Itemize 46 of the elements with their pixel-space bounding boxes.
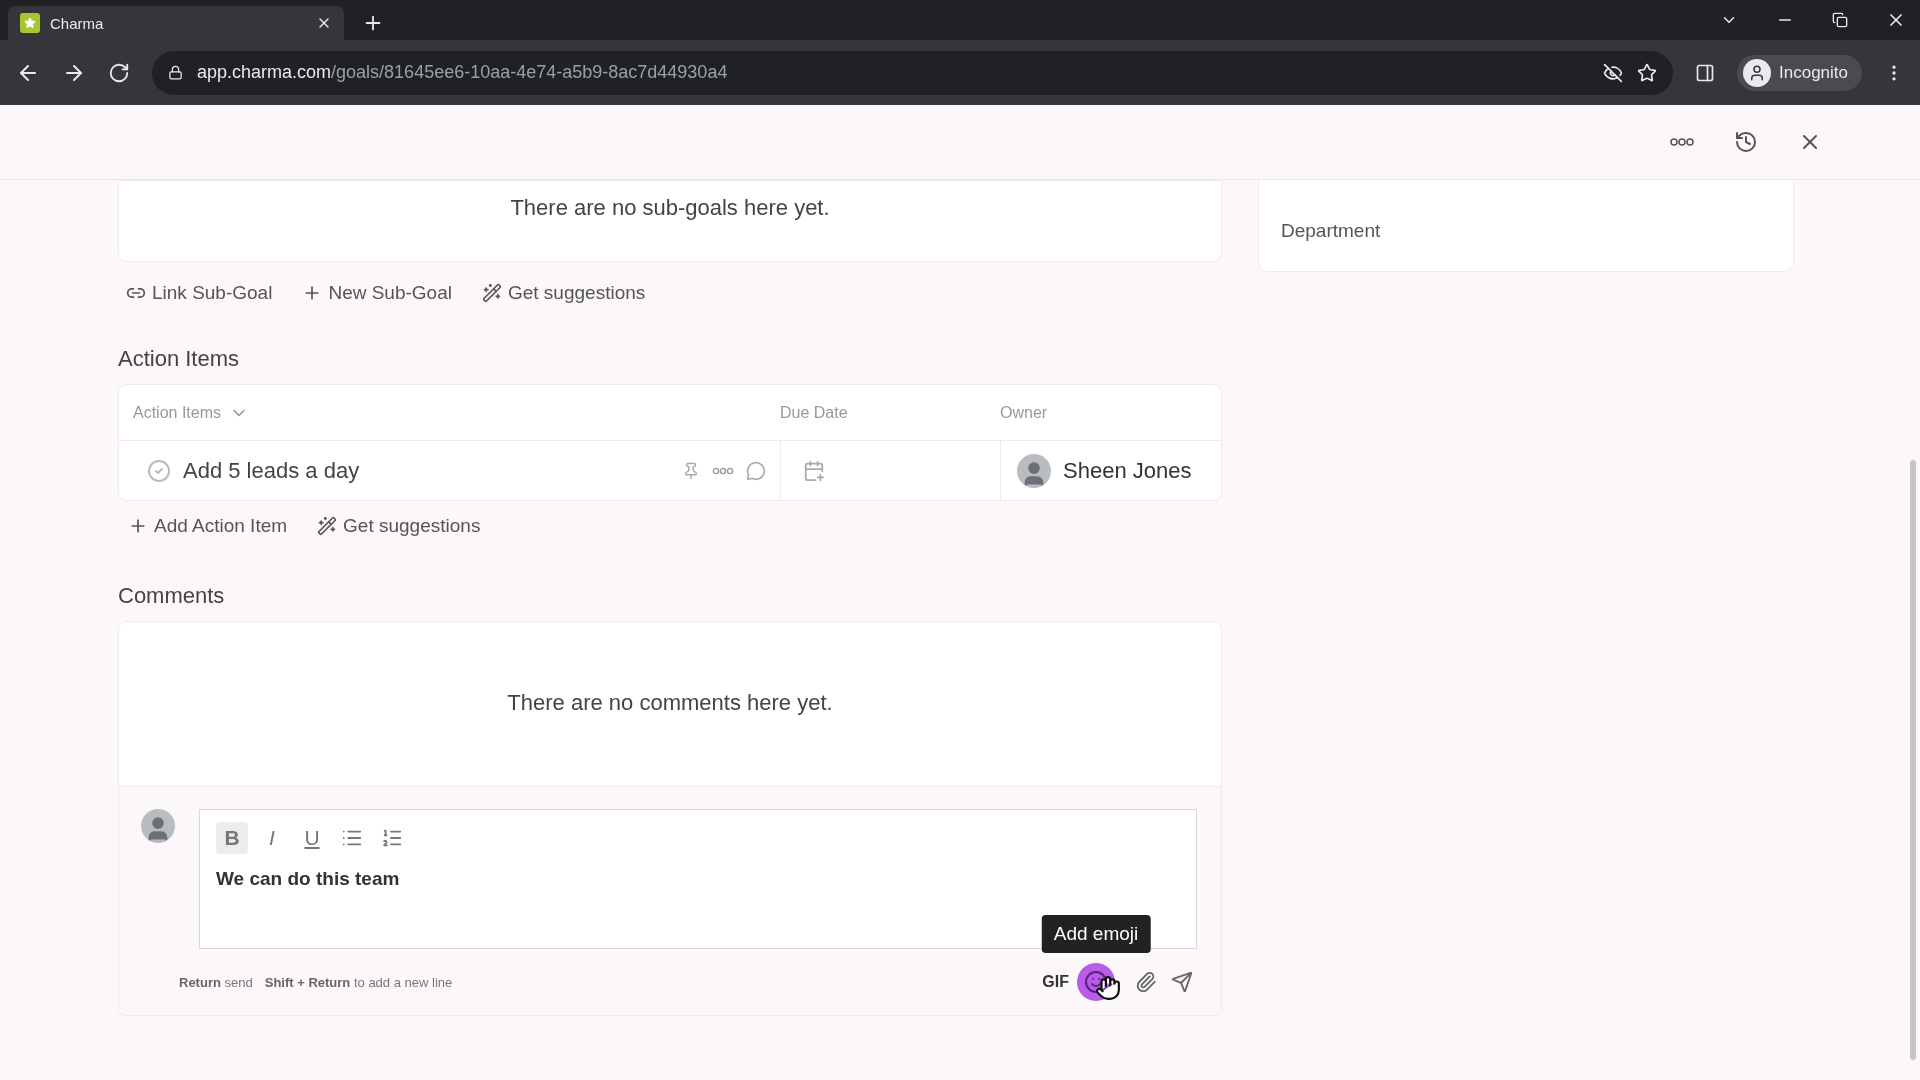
profile-button[interactable]: Incognito bbox=[1737, 54, 1862, 91]
action-link[interactable]: Add Action Item bbox=[128, 515, 288, 537]
action-link[interactable]: Get suggestions bbox=[317, 515, 481, 537]
section-heading: Comments bbox=[118, 582, 226, 610]
complete-checkbox[interactable] bbox=[147, 458, 171, 483]
reload-icon[interactable] bbox=[108, 61, 130, 84]
keyboard-hint: Return send bbox=[179, 974, 253, 990]
empty-sub-goals-text: There are no sub-goals here yet. bbox=[509, 194, 831, 222]
action-item-title[interactable]: Add 5 leads a day bbox=[183, 457, 670, 484]
keyboard-hint: Shift + Return to add a new line bbox=[264, 974, 453, 990]
avatar bbox=[141, 809, 175, 843]
bold-button[interactable]: B bbox=[216, 822, 248, 854]
magic-wand-icon bbox=[481, 283, 502, 303]
url-path: /goals/81645ee6-10aa-4e74-a5b9-8ac7d44930a4 bbox=[331, 62, 728, 82]
incognito-icon bbox=[1743, 58, 1771, 87]
section-heading: Action Items bbox=[118, 345, 241, 373]
side-panel-icon[interactable] bbox=[1695, 62, 1715, 83]
column-header: Owner bbox=[1000, 403, 1049, 422]
underline-button[interactable]: U bbox=[296, 822, 328, 854]
action-link[interactable]: Link Sub-Goal bbox=[126, 282, 273, 304]
empty-comments-text: There are no comments here yet. bbox=[506, 689, 834, 717]
favicon-icon bbox=[20, 13, 40, 33]
action-link[interactable]: Get suggestions bbox=[481, 282, 646, 304]
tab-title: Charma bbox=[50, 14, 105, 32]
browser-tab[interactable]: Charma bbox=[8, 6, 344, 40]
magic-wand-icon bbox=[317, 516, 338, 536]
italic-button[interactable]: I bbox=[256, 822, 288, 854]
restore-icon[interactable] bbox=[1832, 12, 1848, 28]
avatar bbox=[1017, 453, 1051, 488]
history-icon[interactable] bbox=[1734, 130, 1758, 154]
bookmark-star-icon[interactable] bbox=[1637, 62, 1657, 83]
eye-off-icon[interactable] bbox=[1603, 62, 1623, 83]
tooltip: Add emoji bbox=[1041, 915, 1151, 953]
action-link[interactable]: New Sub-Goal bbox=[302, 282, 452, 304]
numbered-list-icon bbox=[381, 827, 403, 849]
column-header: Due Date bbox=[780, 403, 849, 422]
url-domain: app.charma.com bbox=[197, 62, 332, 82]
gif-button[interactable]: GIF bbox=[1042, 973, 1069, 991]
smiley-icon bbox=[1084, 970, 1108, 994]
more-icon[interactable] bbox=[1670, 138, 1694, 146]
address-bar[interactable]: app.charma.com/goals/81645ee6-10aa-4e74-a5b9-8ac7d44930a4 bbox=[152, 50, 1673, 95]
owner-name[interactable]: Sheen Jones bbox=[1063, 457, 1192, 484]
lock-icon bbox=[168, 65, 183, 80]
scrollbar[interactable] bbox=[1910, 460, 1916, 1060]
field-label: Department bbox=[1281, 220, 1382, 242]
comment-text: We can do this team bbox=[216, 868, 401, 890]
